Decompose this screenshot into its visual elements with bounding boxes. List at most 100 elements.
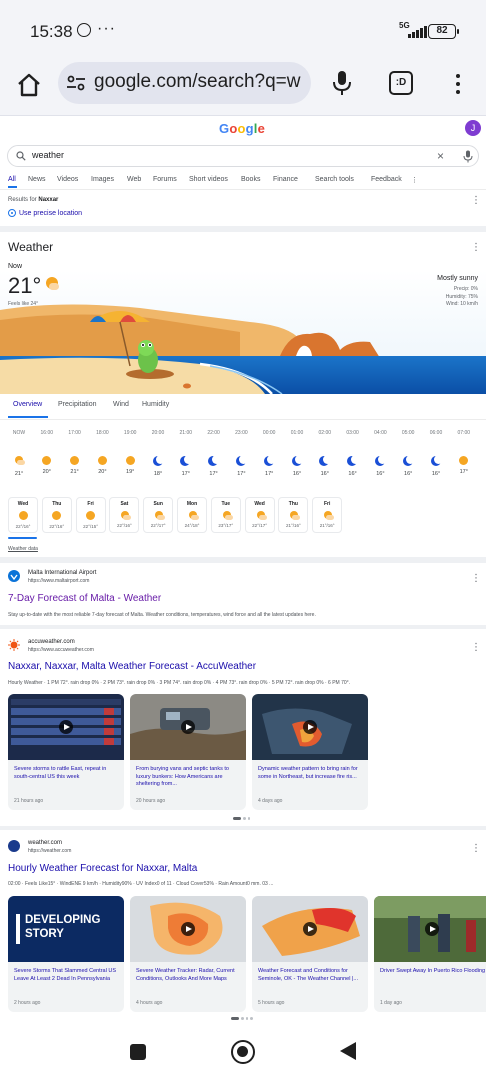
- tab-search-tools[interactable]: Search tools: [315, 176, 354, 183]
- day-card[interactable]: Fri 21°/16°: [312, 497, 343, 533]
- use-precise-location-link[interactable]: Use precise location: [8, 209, 82, 217]
- more-menu-icon[interactable]: [448, 71, 468, 97]
- day-temps: 23°/17°: [218, 523, 234, 528]
- hourly-forecast[interactable]: NOW 21° 16:00 20° 17:00 21° 18:00 20° 19:00 19° 20…: [0, 430, 486, 490]
- day-temps: 22°/16°: [49, 524, 65, 529]
- weather-now-label: Now: [8, 263, 23, 270]
- video-time: 20 hours ago: [136, 798, 166, 804]
- moon-icon: [152, 455, 165, 467]
- day-temps: 24°/18°: [184, 523, 200, 528]
- moon-icon: [347, 455, 360, 467]
- day-card[interactable]: Thu 22°/16°: [41, 497, 72, 533]
- status-bar: 15:38 ··· 5G 82: [0, 0, 486, 62]
- day-name: Fri: [323, 501, 331, 507]
- day-card[interactable]: Sun 22°/17°: [143, 497, 174, 533]
- day-card[interactable]: Wed 22°/16°: [8, 497, 38, 533]
- day-name: Wed: [17, 501, 29, 507]
- video-card[interactable]: Dynamic weather pattern to bring rain fo…: [252, 694, 368, 810]
- day-card[interactable]: Wed 22°/17°: [244, 497, 275, 533]
- day-card[interactable]: Sat 22°/16°: [109, 497, 140, 533]
- tab-short-videos[interactable]: Short videos: [189, 176, 228, 183]
- tab-switcher-button[interactable]: :D: [389, 71, 413, 95]
- result-title[interactable]: Hourly Weather Forecast for Naxxar, Malt…: [8, 863, 197, 874]
- home-icon[interactable]: [14, 70, 44, 100]
- result-url: https://weather.com: [28, 848, 72, 854]
- video-card[interactable]: From burying vans and septic tanks to lu…: [130, 694, 246, 810]
- moon-icon: [263, 455, 277, 467]
- video-title: From burying vans and septic tanks to lu…: [136, 766, 229, 787]
- result-site-name[interactable]: weather.com: [28, 840, 62, 846]
- video-card[interactable]: Weather Forecast and Conditions for Semi…: [252, 896, 368, 1012]
- recents-button[interactable]: [130, 1044, 146, 1060]
- weather-tab-precipitation[interactable]: Precipitation: [58, 401, 97, 408]
- hour-temp: 17°: [209, 471, 218, 477]
- tab-web[interactable]: Web: [127, 176, 141, 183]
- tab-videos[interactable]: Videos: [57, 176, 78, 183]
- section-separator: [0, 557, 486, 563]
- tab-books[interactable]: Books: [241, 176, 260, 183]
- selected-day-indicator: [8, 537, 37, 539]
- weather-tab-humidity[interactable]: Humidity: [142, 401, 169, 408]
- more-options-icon[interactable]: ⋮: [471, 196, 481, 206]
- tab-all[interactable]: All: [8, 176, 16, 183]
- tab-finance[interactable]: Finance: [273, 176, 298, 183]
- search-input[interactable]: weather ×: [7, 145, 479, 167]
- day-card[interactable]: Fri 22°/15°: [75, 497, 106, 533]
- moon-icon: [402, 455, 416, 467]
- result-more-icon[interactable]: ⋮: [471, 844, 481, 854]
- tab-forums[interactable]: Forums: [153, 176, 177, 183]
- clear-icon[interactable]: ×: [437, 149, 444, 163]
- day-card[interactable]: Thu 21°/16°: [278, 497, 309, 533]
- sun-icon: [459, 456, 469, 465]
- result-more-icon[interactable]: ⋮: [471, 574, 481, 584]
- hour-slot: 03:00 16°: [341, 430, 365, 477]
- video-title: Driver Swept Away In Puerto Rico Floodin…: [380, 968, 486, 974]
- active-tab-indicator: [8, 186, 17, 188]
- day-card[interactable]: Mon 24°/18°: [177, 497, 207, 533]
- humidity: Humidity: 75%: [445, 293, 478, 300]
- day-card[interactable]: Tue 23°/17°: [210, 497, 241, 533]
- address-bar[interactable]: google.com/search?q=w: [58, 62, 311, 104]
- weather-tab-wind[interactable]: Wind: [113, 401, 129, 408]
- partly-cloudy-icon: [323, 511, 335, 520]
- weather-data-link[interactable]: Weather data: [8, 546, 38, 552]
- carousel-dots: [233, 817, 250, 820]
- mic-icon[interactable]: [463, 150, 473, 163]
- result-title[interactable]: 7-Day Forecast of Malta - Weather: [8, 593, 161, 604]
- video-time: 21 hours ago: [14, 798, 44, 804]
- result-site-name[interactable]: Malta International Airport: [28, 570, 96, 576]
- home-button[interactable]: [231, 1040, 255, 1064]
- tab-news[interactable]: News: [28, 176, 46, 183]
- more-tabs-icon[interactable]: ⋮: [411, 176, 418, 184]
- site-settings-icon[interactable]: [66, 73, 86, 93]
- play-icon: [181, 922, 195, 936]
- tab-feedback[interactable]: Feedback: [371, 176, 402, 183]
- hour-slot: 16:00 20°: [35, 430, 59, 475]
- weather-tab-overview[interactable]: Overview: [13, 401, 42, 408]
- weather-more-icon[interactable]: ⋮: [471, 243, 481, 253]
- video-card[interactable]: DEVELOPING STORY Severe Storms That Slam…: [8, 896, 124, 1012]
- result-site-name[interactable]: accuweather.com: [28, 639, 75, 645]
- video-card[interactable]: Severe storms to rattle East, repeat in …: [8, 694, 124, 810]
- hour-slot: 05:00 16°: [396, 430, 420, 477]
- result-more-icon[interactable]: ⋮: [471, 643, 481, 653]
- weathercom-favicon: [8, 840, 20, 852]
- results-for-location: Results for Naxxar: [8, 197, 59, 203]
- moon-icon: [374, 455, 388, 467]
- video-card[interactable]: Driver Swept Away In Puerto Rico Floodin…: [374, 896, 486, 1012]
- hour-slot: 17:00 21°: [63, 430, 87, 475]
- video-card[interactable]: Severe Weather Tracker: Radar, Current C…: [130, 896, 246, 1012]
- result-title[interactable]: Naxxar, Naxxar, Malta Weather Forecast -…: [8, 661, 256, 672]
- partly-cloudy-icon: [154, 511, 166, 520]
- tab-images[interactable]: Images: [91, 176, 114, 183]
- voice-search-icon[interactable]: [331, 69, 353, 97]
- back-button[interactable]: [340, 1042, 356, 1060]
- avatar[interactable]: J: [465, 120, 481, 136]
- hour-temp: 21°: [70, 469, 79, 475]
- hour-label: 16:00: [40, 430, 54, 436]
- weather-illustration: [0, 270, 486, 394]
- day-name: Tue: [221, 501, 231, 507]
- hour-temp: 18°: [153, 471, 163, 477]
- google-logo[interactable]: Google: [219, 121, 265, 136]
- video-thumbnail: DEVELOPING STORY: [8, 896, 124, 962]
